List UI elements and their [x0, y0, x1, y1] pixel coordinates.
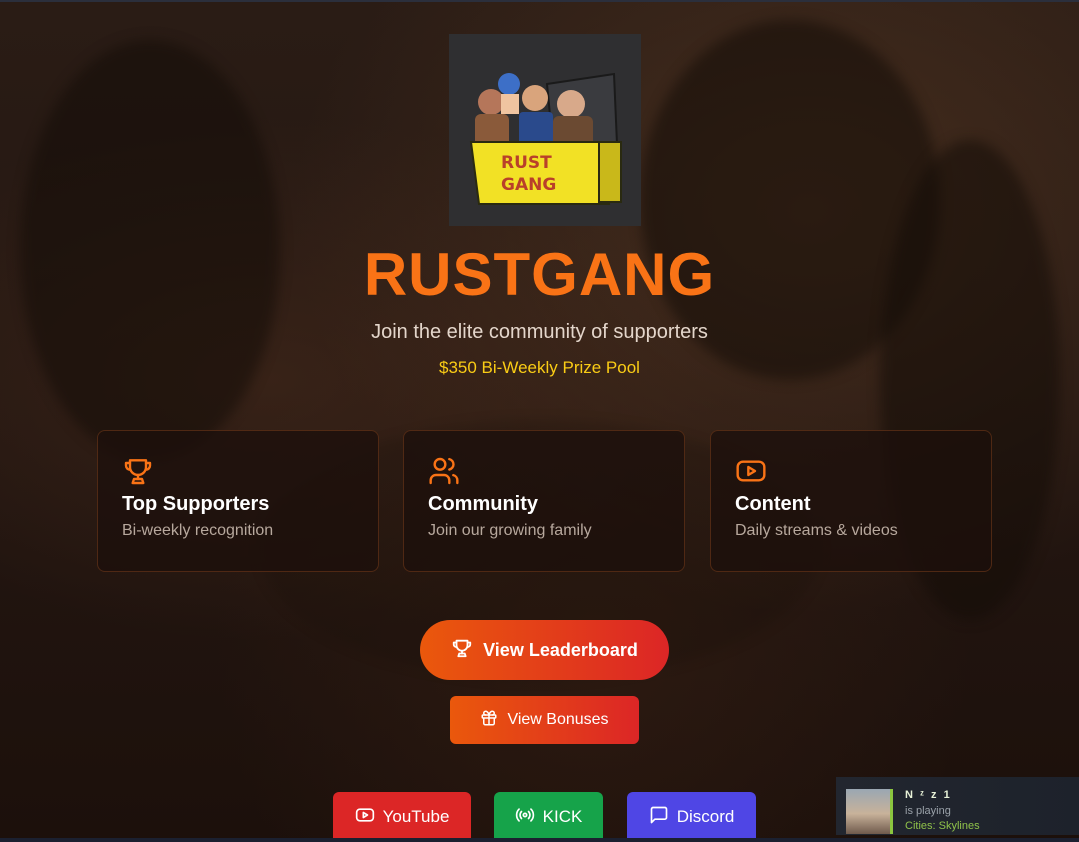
kick-button[interactable]: KICK [494, 792, 603, 842]
friend-game: Cities: Skylines [905, 820, 980, 832]
youtube-label: YouTube [382, 807, 450, 826]
feature-title: Content [735, 493, 811, 515]
feature-subtitle: Bi-weekly recognition [122, 522, 274, 539]
broadcast-icon [515, 805, 535, 830]
feature-card-top-supporters: Top Supporters Bi-weekly recognition [97, 430, 379, 572]
svg-text:RUST: RUST [501, 153, 552, 173]
notification-text: N ᶻ z 1 is playing Cities: Skylines [905, 789, 980, 832]
friend-name: N ᶻ z 1 [905, 789, 952, 801]
feature-subtitle: Daily streams & videos [735, 522, 898, 539]
video-icon [735, 455, 767, 487]
friend-status: is playing [905, 805, 951, 817]
trophy-icon [451, 637, 473, 664]
discord-label: Discord [676, 807, 735, 826]
feature-card-content: Content Daily streams & videos [710, 430, 992, 572]
kick-label: KICK [542, 807, 583, 826]
window-bottom-border [0, 838, 1079, 842]
prize-pool: $350 Bi-Weekly Prize Pool [439, 358, 640, 377]
view-bonuses-button[interactable]: View Bonuses [450, 696, 639, 744]
gift-icon [480, 709, 498, 732]
page-title: RUSTGANG [363, 241, 716, 308]
view-bonuses-label: View Bonuses [507, 711, 609, 728]
now-playing-notification[interactable]: N ᶻ z 1 is playing Cities: Skylines [836, 777, 1079, 835]
chat-icon [649, 805, 669, 830]
feature-subtitle: Join our growing family [428, 522, 592, 539]
svg-text:GANG: GANG [501, 175, 556, 195]
feature-title: Top Supporters [122, 493, 270, 515]
youtube-button[interactable]: YouTube [333, 792, 471, 842]
window-top-border [0, 0, 1079, 2]
discord-button[interactable]: Discord [627, 792, 756, 842]
tagline: Join the elite community of supporters [371, 321, 708, 343]
brand-logo: RUST GANG [449, 34, 641, 226]
feature-card-community: Community Join our growing family [403, 430, 685, 572]
users-icon [428, 455, 460, 487]
avatar [846, 789, 893, 834]
trophy-icon [122, 455, 154, 487]
view-leaderboard-label: View Leaderboard [483, 639, 638, 660]
youtube-icon [355, 805, 375, 830]
feature-title: Community [428, 493, 538, 515]
view-leaderboard-button[interactable]: View Leaderboard [420, 620, 669, 680]
